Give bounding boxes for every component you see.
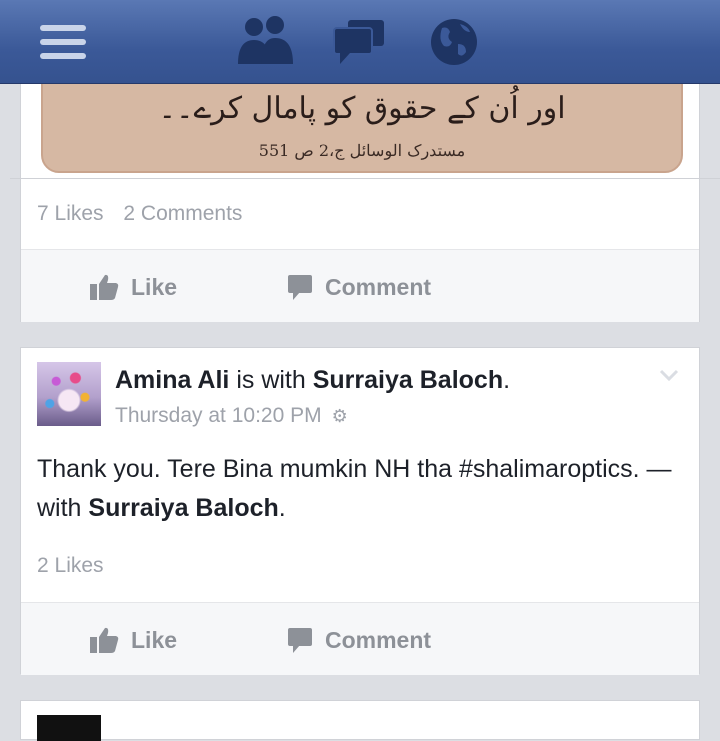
author-name[interactable]: Amina Ali bbox=[115, 366, 229, 394]
comment-label: Comment bbox=[325, 273, 432, 300]
post-body-tag[interactable]: Surraiya Baloch bbox=[88, 494, 278, 522]
likes-count[interactable]: 7 Likes bbox=[37, 202, 104, 225]
avatar[interactable] bbox=[37, 715, 101, 741]
tagged-name[interactable]: Surraiya Baloch bbox=[313, 366, 503, 394]
top-navigation-bar bbox=[0, 0, 720, 84]
comment-icon bbox=[288, 628, 312, 653]
friends-icon[interactable] bbox=[234, 14, 296, 70]
like-button[interactable]: Like bbox=[89, 272, 177, 302]
menu-icon[interactable] bbox=[40, 25, 86, 59]
post-card: اور اُن کے حقوق کو پامال کرے۔۔ مستدرک ال… bbox=[10, 60, 720, 322]
image-caption-source: مستدرک الوسائل ج،2 ص 551 bbox=[258, 141, 466, 160]
with-text: is with bbox=[229, 366, 313, 394]
post-stats: 2 Likes bbox=[37, 554, 118, 578]
post-card: Amina Ali is with Surraiya Baloch. Thurs… bbox=[20, 347, 700, 675]
post-header: Amina Ali is with Surraiya Baloch. bbox=[115, 366, 510, 395]
post-stats: 7 Likes 2 Comments bbox=[37, 202, 256, 226]
chevron-down-icon[interactable] bbox=[659, 366, 679, 385]
likes-count[interactable]: 2 Likes bbox=[37, 554, 104, 577]
post-actions: Like Comment bbox=[21, 249, 699, 322]
post-actions: Like Comment bbox=[21, 602, 699, 675]
thumbs-up-icon bbox=[90, 274, 119, 300]
post-image[interactable]: اور اُن کے حقوق کو پامال کرے۔۔ مستدرک ال… bbox=[41, 81, 683, 173]
header-period: . bbox=[503, 366, 511, 394]
post-body: Thank you. Tere Bina mumkin NH tha #shal… bbox=[37, 450, 677, 528]
comment-button[interactable]: Comment bbox=[287, 625, 431, 655]
like-label: Like bbox=[131, 626, 178, 653]
avatar[interactable] bbox=[37, 362, 101, 426]
post-body-end: . bbox=[278, 494, 286, 522]
messages-icon[interactable] bbox=[332, 14, 388, 70]
image-caption-main: اور اُن کے حقوق کو پامال کرے۔۔ bbox=[158, 91, 566, 126]
thumbs-up-icon bbox=[90, 627, 119, 653]
post-timestamp[interactable]: Thursday at 10:20 PM ⚙ bbox=[115, 404, 348, 428]
globe-icon[interactable] bbox=[428, 14, 480, 70]
comments-count[interactable]: 2 Comments bbox=[123, 202, 242, 225]
like-label: Like bbox=[131, 273, 178, 300]
comment-button[interactable]: Comment bbox=[287, 272, 431, 302]
timestamp-text: Thursday at 10:20 PM bbox=[115, 404, 322, 427]
comment-label: Comment bbox=[325, 626, 432, 653]
gear-icon: ⚙ bbox=[331, 405, 348, 426]
post-card bbox=[20, 700, 700, 741]
like-button[interactable]: Like bbox=[89, 625, 177, 655]
comment-icon bbox=[288, 275, 312, 300]
